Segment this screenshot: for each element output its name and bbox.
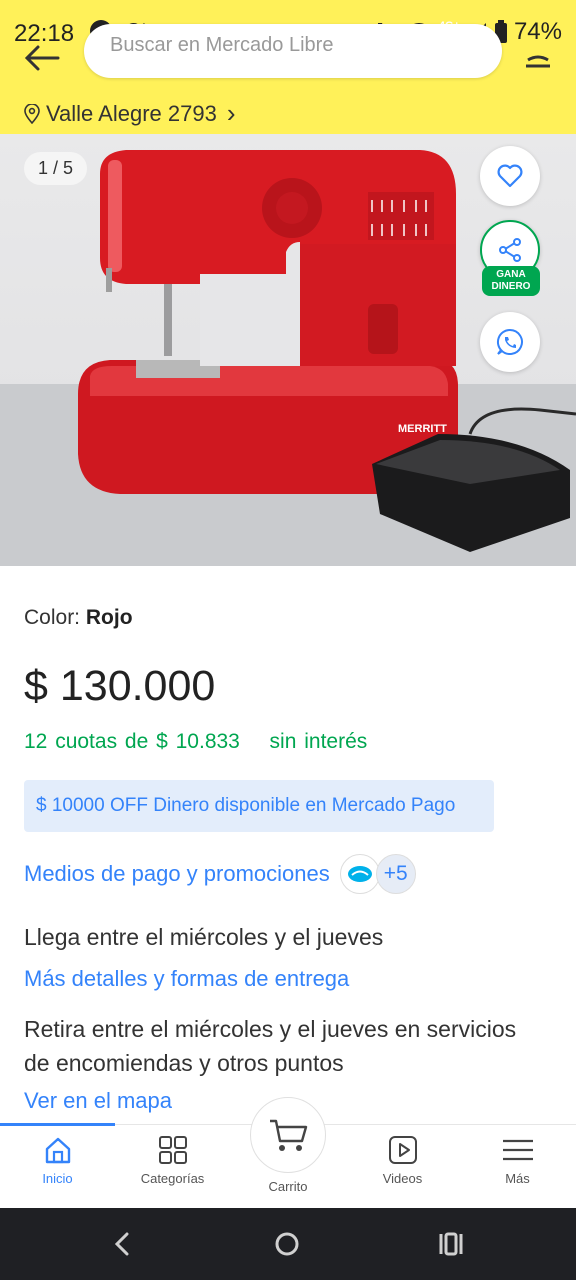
product-price: $ 130.000 bbox=[24, 662, 216, 710]
nav-videos-label: Videos bbox=[382, 1171, 423, 1186]
location-text: Valle Alegre 2793 bbox=[46, 100, 217, 126]
nav-inicio[interactable]: Inicio bbox=[0, 1135, 115, 1186]
pickup-estimate: Retira entre el miércoles y el jueves en… bbox=[24, 1016, 517, 1076]
favorite-button[interactable] bbox=[480, 146, 540, 206]
search-input[interactable]: Buscar en Mercado Libre bbox=[84, 24, 502, 78]
active-tab-indicator bbox=[0, 1123, 115, 1126]
location-pin-icon bbox=[24, 103, 40, 124]
back-arrow-icon[interactable] bbox=[24, 44, 60, 72]
installments-info: 12 cuotas de $ 10.833 sin interés bbox=[24, 730, 367, 754]
play-icon bbox=[388, 1136, 417, 1164]
delivery-estimate: Llega entre el miércoles y el jueves bbox=[24, 924, 384, 950]
brand-watermark: MERRITT bbox=[398, 423, 447, 435]
nav-categorias-label: Categorías bbox=[140, 1171, 205, 1186]
payment-methods-link[interactable]: Medios de pago y promociones +5 bbox=[24, 854, 416, 894]
system-home-icon[interactable] bbox=[272, 1230, 302, 1258]
view-map-link[interactable]: Ver en el mapa bbox=[24, 1088, 172, 1114]
system-navigation-bar bbox=[0, 1208, 576, 1280]
cart-icon[interactable] bbox=[522, 44, 554, 76]
nav-inicio-label: Inicio bbox=[42, 1171, 73, 1186]
mercadopago-logo-icon bbox=[339, 854, 380, 894]
installments-value: $ 10.833 bbox=[156, 730, 240, 753]
delivery-details-link[interactable]: Más detalles y formas de entrega bbox=[24, 966, 349, 992]
location-selector[interactable]: Valle Alegre 2793 › bbox=[24, 98, 236, 129]
product-image-gallery[interactable]: MERRITT 1 / 5 GANA DINERO bbox=[0, 134, 576, 566]
search-placeholder: Buscar en Mercado Libre bbox=[110, 34, 334, 56]
system-back-icon[interactable] bbox=[108, 1230, 138, 1258]
heart-icon bbox=[497, 164, 523, 188]
nav-carrito-label: Carrito bbox=[268, 1179, 308, 1194]
nav-mas-label: Más bbox=[505, 1171, 530, 1186]
promo-banner[interactable]: $ 10000 OFF Dinero disponible en Mercado… bbox=[24, 780, 494, 832]
nav-carrito[interactable] bbox=[250, 1097, 326, 1173]
system-recents-icon[interactable] bbox=[436, 1230, 466, 1258]
grid-icon bbox=[158, 1136, 187, 1164]
nav-videos[interactable]: Videos bbox=[345, 1135, 460, 1186]
menu-icon bbox=[502, 1139, 533, 1161]
color-value: Rojo bbox=[85, 606, 133, 629]
image-counter: 1 / 5 bbox=[24, 152, 88, 185]
color-label: Color: bbox=[24, 606, 81, 629]
whatsapp-share-button[interactable] bbox=[480, 312, 540, 372]
bottom-navigation: Inicio Categorías Carrito Videos Más bbox=[0, 1097, 576, 1208]
nav-mas[interactable]: Más bbox=[460, 1135, 575, 1186]
share-icon bbox=[499, 238, 521, 262]
nav-categorias[interactable]: Categorías bbox=[115, 1135, 230, 1186]
more-payment-methods: +5 bbox=[375, 854, 416, 894]
search-row: Buscar en Mercado Libre Valle Alegre 279… bbox=[0, 24, 576, 134]
chevron-right-icon: › bbox=[226, 98, 236, 128]
whatsapp-icon bbox=[496, 328, 523, 355]
installments-prefix: 12 cuotas de bbox=[24, 730, 149, 753]
cart-icon bbox=[270, 1119, 308, 1151]
installments-suffix: sin interés bbox=[269, 730, 368, 753]
home-icon bbox=[45, 1137, 70, 1164]
color-variant[interactable]: Color: Rojo bbox=[24, 606, 133, 630]
gana-dinero-badge: GANA DINERO bbox=[482, 266, 540, 296]
payment-methods-label: Medios de pago y promociones bbox=[24, 861, 330, 886]
